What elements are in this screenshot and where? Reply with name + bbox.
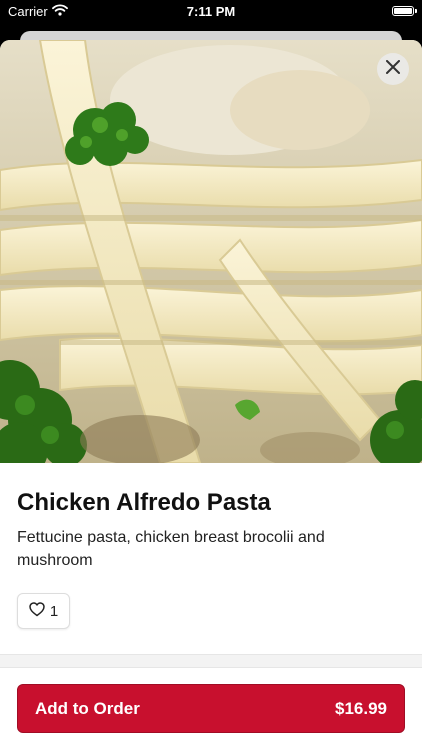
status-time: 7:11 PM [186, 4, 236, 19]
order-price: $16.99 [335, 698, 387, 718]
item-detail-sheet: Chicken Alfredo Pasta Fettucine pasta, c… [0, 40, 422, 750]
status-bar: Carrier 7:11 PM [0, 0, 422, 24]
item-photo [0, 40, 422, 463]
like-button[interactable]: 1 [17, 593, 70, 629]
add-to-order-button[interactable]: Add to Order $16.99 [17, 684, 405, 733]
section-divider [0, 654, 422, 668]
heart-icon [29, 601, 45, 621]
close-button[interactable] [377, 53, 409, 85]
battery-icon [392, 6, 417, 16]
item-title: Chicken Alfredo Pasta [17, 489, 271, 516]
close-icon [386, 59, 400, 79]
add-to-order-label: Add to Order [35, 698, 140, 718]
like-count: 1 [49, 602, 59, 620]
item-description: Fettucine pasta, chicken breast brocolii… [17, 529, 325, 569]
